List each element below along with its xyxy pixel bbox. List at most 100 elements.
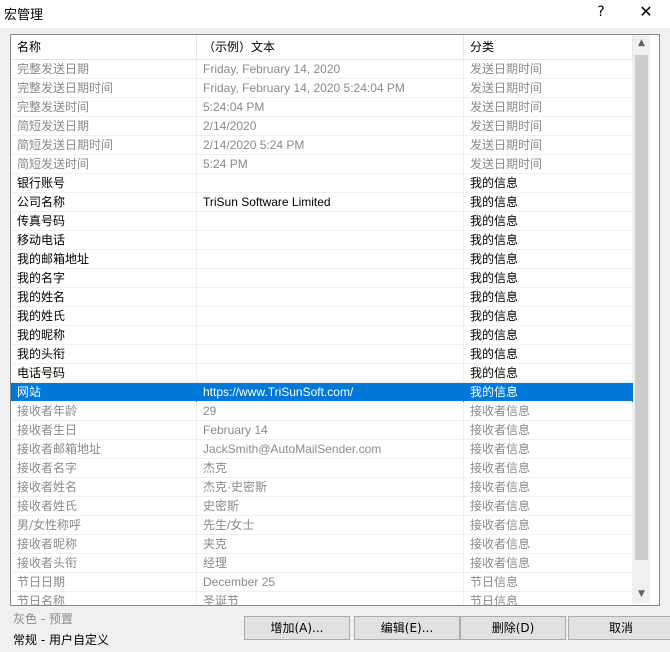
row-category-cell: 发送日期时间 bbox=[464, 98, 633, 117]
list-row[interactable]: 接收者邮箱地址 JackSmith@AutoMailSender.com 接收者信息 bbox=[11, 440, 633, 459]
list-row[interactable]: 我的昵称 我的信息 bbox=[11, 326, 633, 345]
list-row[interactable]: 完整发送时间 5:24:04 PM 发送日期时间 bbox=[11, 98, 633, 117]
list-row[interactable]: 接收者姓氏 史密斯 接收者信息 bbox=[11, 497, 633, 516]
row-category-cell: 接收者信息 bbox=[464, 459, 633, 478]
list-row[interactable]: 移动电话 我的信息 bbox=[11, 231, 633, 250]
close-button[interactable]: ✕ bbox=[633, 2, 659, 21]
list-row[interactable]: 简短发送日期时间 2/14/2020 5:24 PM 发送日期时间 bbox=[11, 136, 633, 155]
row-example-cell: 夹克 bbox=[197, 535, 464, 554]
row-category-cell: 发送日期时间 bbox=[464, 117, 633, 136]
row-name-cell: 我的头衔 bbox=[11, 345, 197, 364]
list-row[interactable]: 我的姓氏 我的信息 bbox=[11, 307, 633, 326]
row-name-cell: 接收者邮箱地址 bbox=[11, 440, 197, 459]
row-name-cell: 公司名称 bbox=[11, 193, 197, 212]
column-header-name[interactable]: 名称 bbox=[11, 35, 197, 59]
list-row[interactable]: 公司名称 TriSun Software Limited 我的信息 bbox=[11, 193, 633, 212]
row-category-cell: 我的信息 bbox=[464, 174, 633, 193]
scrollbar-thumb[interactable] bbox=[635, 55, 648, 560]
list-row[interactable]: 完整发送日期 Friday, February 14, 2020 发送日期时间 bbox=[11, 60, 633, 79]
row-example-cell: https://www.TriSunSoft.com/ bbox=[197, 383, 464, 402]
list-row[interactable]: 接收者年龄 29 接收者信息 bbox=[11, 402, 633, 421]
macro-list[interactable]: 名称 （示例）文本 分类 完整发送日期 Friday, February 14, … bbox=[10, 34, 660, 606]
row-example-cell: 杰克 bbox=[197, 459, 464, 478]
list-row[interactable]: 银行账号 我的信息 bbox=[11, 174, 633, 193]
row-name-cell: 移动电话 bbox=[11, 231, 197, 250]
row-example-cell bbox=[197, 326, 464, 345]
row-example-cell bbox=[197, 288, 464, 307]
row-category-cell: 我的信息 bbox=[464, 383, 633, 402]
row-category-cell: 接收者信息 bbox=[464, 478, 633, 497]
row-category-cell: 发送日期时间 bbox=[464, 155, 633, 174]
list-row[interactable]: 我的名字 我的信息 bbox=[11, 269, 633, 288]
row-example-cell bbox=[197, 307, 464, 326]
list-row[interactable]: 我的头衔 我的信息 bbox=[11, 345, 633, 364]
row-name-cell: 简短发送时间 bbox=[11, 155, 197, 174]
list-row[interactable]: 电话号码 我的信息 bbox=[11, 364, 633, 383]
row-category-cell: 接收者信息 bbox=[464, 554, 633, 573]
list-row[interactable]: 接收者名字 杰克 接收者信息 bbox=[11, 459, 633, 478]
list-row[interactable]: 网站 https://www.TriSunSoft.com/我的信息 bbox=[11, 383, 633, 402]
row-category-cell: 接收者信息 bbox=[464, 421, 633, 440]
row-example-cell bbox=[197, 231, 464, 250]
row-name-cell: 我的姓名 bbox=[11, 288, 197, 307]
row-category-cell: 我的信息 bbox=[464, 250, 633, 269]
row-name-cell: 接收者姓名 bbox=[11, 478, 197, 497]
row-name-cell: 银行账号 bbox=[11, 174, 197, 193]
row-name-cell: 完整发送时间 bbox=[11, 98, 197, 117]
column-header-category[interactable]: 分类 bbox=[464, 35, 633, 59]
row-example-cell bbox=[197, 174, 464, 193]
row-name-cell: 接收者昵称 bbox=[11, 535, 197, 554]
legend-preset: 灰色 - 预置 bbox=[13, 612, 73, 626]
list-row[interactable]: 节日日期 December 25 节日信息 bbox=[11, 573, 633, 592]
list-row[interactable]: 接收者姓名 杰克·史密斯 接收者信息 bbox=[11, 478, 633, 497]
list-row[interactable]: 接收者头衔 经理 接收者信息 bbox=[11, 554, 633, 573]
row-name-cell: 网站 bbox=[11, 383, 197, 402]
edit-button[interactable]: 编辑(E)... bbox=[354, 616, 460, 640]
row-example-cell: JackSmith@AutoMailSender.com bbox=[197, 440, 464, 459]
row-example-cell: 史密斯 bbox=[197, 497, 464, 516]
row-name-cell: 接收者名字 bbox=[11, 459, 197, 478]
list-row[interactable]: 简短发送时间 5:24 PM 发送日期时间 bbox=[11, 155, 633, 174]
list-row[interactable]: 节日名称 圣诞节 节日信息 bbox=[11, 592, 633, 605]
help-button[interactable]: ? bbox=[590, 4, 612, 20]
column-header-example[interactable]: （示例）文本 bbox=[197, 35, 464, 59]
list-row[interactable]: 我的邮箱地址 我的信息 bbox=[11, 250, 633, 269]
scroll-up-arrow-icon[interactable]: ▲ bbox=[633, 35, 650, 52]
list-row[interactable]: 传真号码 我的信息 bbox=[11, 212, 633, 231]
row-category-cell: 接收者信息 bbox=[464, 497, 633, 516]
row-example-cell bbox=[197, 250, 464, 269]
legend-user: 常规 - 用户自定义 bbox=[13, 633, 109, 647]
row-example-cell: 5:24 PM bbox=[197, 155, 464, 174]
list-row[interactable]: 简短发送日期 2/14/2020 发送日期时间 bbox=[11, 117, 633, 136]
scroll-down-arrow-icon[interactable]: ▼ bbox=[633, 586, 650, 603]
vertical-scrollbar[interactable]: ▲ ▼ bbox=[633, 35, 650, 603]
row-name-cell: 我的姓氏 bbox=[11, 307, 197, 326]
list-header: 名称 （示例）文本 分类 bbox=[11, 35, 633, 60]
row-name-cell: 简短发送日期 bbox=[11, 117, 197, 136]
row-category-cell: 我的信息 bbox=[464, 345, 633, 364]
row-category-cell: 我的信息 bbox=[464, 307, 633, 326]
add-button[interactable]: 增加(A)... bbox=[244, 616, 350, 640]
row-example-cell: 2/14/2020 bbox=[197, 117, 464, 136]
list-row[interactable]: 完整发送日期时间 Friday, February 14, 2020 5:24:0… bbox=[11, 79, 633, 98]
row-category-cell: 我的信息 bbox=[464, 212, 633, 231]
list-row[interactable]: 男/女性称呼 先生/女士 接收者信息 bbox=[11, 516, 633, 535]
list-row[interactable]: 接收者昵称 夹克 接收者信息 bbox=[11, 535, 633, 554]
row-name-cell: 节日日期 bbox=[11, 573, 197, 592]
row-example-cell: 经理 bbox=[197, 554, 464, 573]
row-example-cell bbox=[197, 269, 464, 288]
row-name-cell: 我的邮箱地址 bbox=[11, 250, 197, 269]
row-name-cell: 男/女性称呼 bbox=[11, 516, 197, 535]
row-example-cell: 杰克·史密斯 bbox=[197, 478, 464, 497]
list-row[interactable]: 接收者生日 February 14 接收者信息 bbox=[11, 421, 633, 440]
delete-button[interactable]: 删除(D) bbox=[460, 616, 566, 640]
cancel-button[interactable]: 取消 bbox=[568, 616, 670, 640]
row-example-cell: 2/14/2020 5:24 PM bbox=[197, 136, 464, 155]
row-example-cell bbox=[197, 212, 464, 231]
row-name-cell: 简短发送日期时间 bbox=[11, 136, 197, 155]
row-name-cell: 接收者头衔 bbox=[11, 554, 197, 573]
row-name-cell: 节日名称 bbox=[11, 592, 197, 605]
list-row[interactable]: 我的姓名 我的信息 bbox=[11, 288, 633, 307]
window-title: 宏管理 bbox=[4, 8, 44, 23]
row-category-cell: 我的信息 bbox=[464, 269, 633, 288]
